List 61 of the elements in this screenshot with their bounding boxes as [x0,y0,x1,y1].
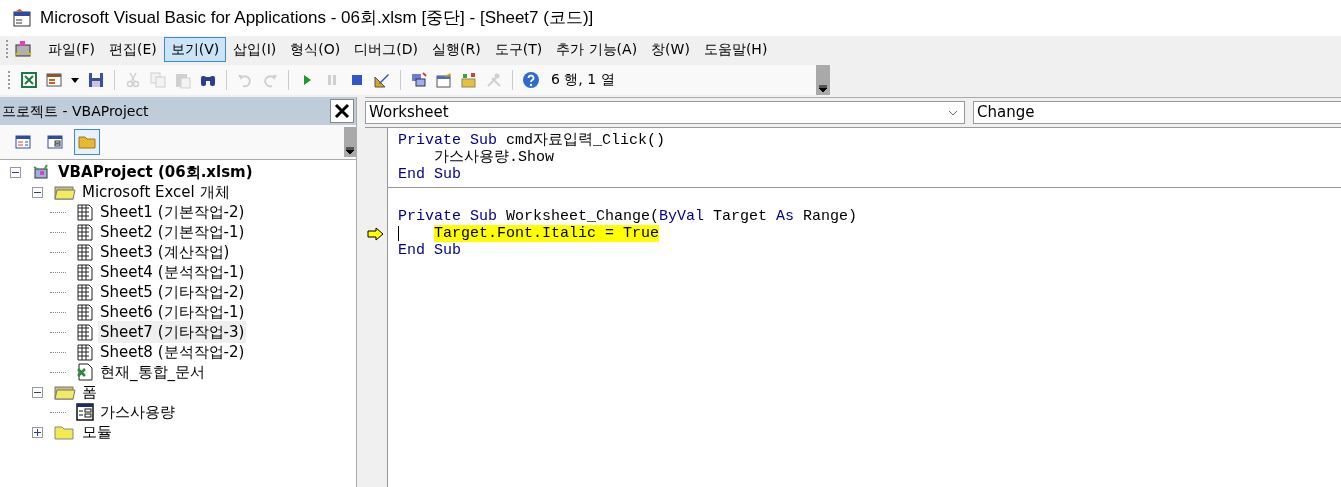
project-explorer-icon[interactable] [410,70,428,89]
menu-item[interactable]: 편집(E) [102,36,164,62]
menu-item[interactable]: 파일(F) [41,36,102,62]
code-window-icon [15,135,31,149]
worksheet-icon [76,223,94,241]
toolbar-overflow-button[interactable] [816,64,830,95]
menu-item[interactable]: 도구(T) [487,36,550,62]
panel-title: 프로젝트 - VBAProject [2,101,149,121]
close-icon [334,103,350,119]
form-icon[interactable] [45,70,63,89]
worksheet-icon [76,323,94,341]
menu-item[interactable]: 삽입(I) [226,36,284,62]
menu-item[interactable]: 창(W) [644,36,697,62]
tree-item[interactable]: Sheet7 (기타작업-3) [98,320,247,344]
worksheet-icon [76,263,94,281]
form-window-icon [47,135,63,149]
save-icon[interactable] [87,70,105,89]
worksheet-icon [76,243,94,261]
collapse-icon[interactable] [10,166,21,178]
app-icon [12,8,32,28]
close-button[interactable] [330,99,354,123]
code-line: Private Sub Worksheet_Change(ByVal Target As Range) [398,208,858,225]
overflow-arrow-icon [345,147,355,155]
code-editor[interactable]: Private Sub cmd자료입력_Click() 가스사용량.Show End Sub Private Sub Worksheet_Change(ByVal Target As Range) Target.Font.Italic = True End Sub [365,127,1341,487]
window-title: Microsoft Visual Basic for Applications - 06회.xlsm [중단] - [Sheet7 (코드)] [40,7,594,30]
properties-icon[interactable] [435,70,453,89]
menu-item[interactable]: 실행(R) [425,36,488,62]
code-line: 가스사용량.Show [434,149,554,166]
toolbox-icon[interactable] [460,70,478,89]
code-line: Private Sub cmd자료입력_Click() [398,132,666,149]
userform-icon [76,403,94,421]
folder-toggle-button[interactable] [74,129,100,155]
folder-icon [78,135,96,149]
expand-icon[interactable] [32,426,43,438]
folder-icon [54,424,76,440]
workbook-icon [76,363,94,381]
menu-item[interactable]: 도움말(H) [696,36,775,62]
procedure-dropdown[interactable]: Change [973,101,1341,124]
chevron-icon [948,109,958,116]
object-dropdown[interactable]: Worksheet [365,101,965,124]
overflow-arrow-icon [818,84,828,93]
open-folder-icon [54,384,76,400]
worksheet-icon [76,203,94,221]
tree-item[interactable]: 폼 [80,380,99,404]
worksheet-icon [76,303,94,321]
toolbar-overflow-button[interactable] [344,127,356,157]
menu-item[interactable]: 추가 기능(A) [549,36,645,62]
menu-item[interactable]: 형식(O) [283,36,348,62]
open-folder-icon [54,184,76,200]
spreadsheet-icon[interactable] [20,70,38,89]
code-line: End Sub [398,166,461,183]
collapse-icon[interactable] [32,386,43,398]
cursor-position: 6 행, 1 열 [551,70,615,89]
menu-item[interactable]: 보기(V) [163,36,227,62]
text-cursor [398,226,399,241]
worksheet-icon [76,283,94,301]
menu-item[interactable]: 디버그(D) [347,36,425,62]
collapse-icon[interactable] [32,186,43,198]
help-icon[interactable] [522,70,540,89]
worksheet-icon [76,343,94,361]
code-line: End Sub [398,242,461,259]
